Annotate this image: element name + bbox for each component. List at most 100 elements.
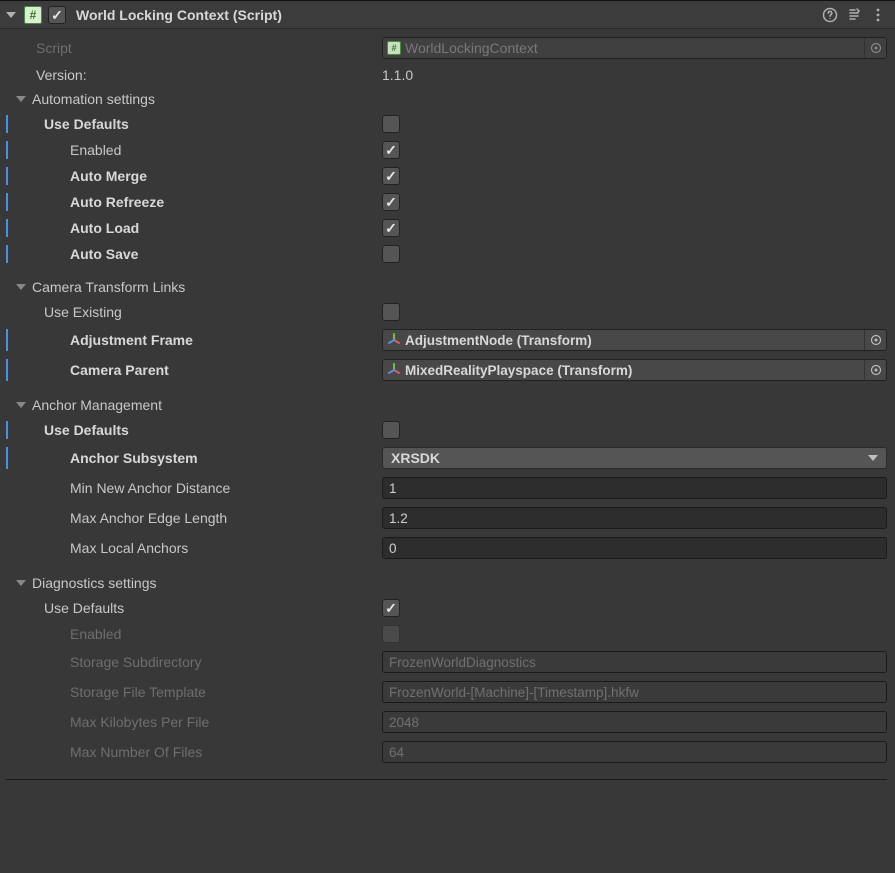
max-files-value: 64	[389, 745, 404, 760]
adjustment-frame-row: Adjustment Frame AdjustmentNode (Transfo…	[6, 325, 887, 355]
camera-parent-field[interactable]: MixedRealityPlayspace (Transform)	[382, 359, 887, 381]
camera-use-existing-label: Use Existing	[14, 304, 382, 320]
auto-merge-label: Auto Merge	[14, 168, 382, 184]
inspector-component: # World Locking Context (Script) Script …	[0, 0, 895, 790]
diag-use-defaults-checkbox[interactable]	[382, 599, 400, 617]
override-indicator	[6, 421, 8, 439]
automation-use-defaults-checkbox[interactable]	[382, 115, 400, 133]
camera-parent-value: MixedRealityPlayspace (Transform)	[405, 363, 632, 378]
max-files-field: 64	[382, 741, 887, 763]
storage-subdir-field: FrozenWorldDiagnostics	[382, 651, 887, 673]
min-anchor-dist-row: Min New Anchor Distance 1	[6, 473, 887, 503]
storage-subdir-value: FrozenWorldDiagnostics	[389, 655, 536, 670]
auto-merge-row: Auto Merge	[6, 163, 887, 189]
diag-use-defaults-label: Use Defaults	[14, 600, 382, 616]
component-enabled-checkbox[interactable]	[48, 6, 66, 24]
override-indicator	[6, 219, 8, 237]
camera-use-existing-row: Use Existing	[6, 299, 887, 325]
component-divider	[6, 779, 887, 780]
min-anchor-dist-field[interactable]: 1	[382, 477, 887, 499]
presets-icon[interactable]	[845, 6, 863, 24]
min-anchor-dist-value: 1	[389, 481, 397, 496]
diag-enabled-row: Enabled	[6, 621, 887, 647]
storage-file-label: Storage File Template	[14, 684, 382, 700]
auto-merge-checkbox[interactable]	[382, 167, 400, 185]
auto-load-label: Auto Load	[14, 220, 382, 236]
override-indicator	[6, 329, 8, 351]
automation-enabled-row: Enabled	[6, 137, 887, 163]
anchor-section-header[interactable]: Anchor Management	[6, 393, 887, 417]
transform-icon	[387, 363, 401, 377]
script-row: Script # WorldLockingContext	[6, 33, 887, 63]
storage-file-value: FrozenWorld-[Machine]-[Timestamp].hkfw	[389, 685, 639, 700]
adjustment-frame-field[interactable]: AdjustmentNode (Transform)	[382, 329, 887, 351]
max-edge-value: 1.2	[389, 511, 408, 526]
object-picker-button[interactable]	[864, 360, 886, 380]
diag-enabled-label: Enabled	[14, 626, 382, 642]
diag-enabled-checkbox	[382, 625, 400, 643]
anchor-title: Anchor Management	[32, 397, 162, 413]
version-value: 1.1.0	[382, 67, 887, 83]
storage-file-row: Storage File Template FrozenWorld-[Machi…	[6, 677, 887, 707]
chevron-down-icon	[16, 580, 26, 586]
csharp-script-icon: #	[24, 6, 42, 24]
camera-use-existing-checkbox[interactable]	[382, 303, 400, 321]
anchor-use-defaults-checkbox[interactable]	[382, 421, 400, 439]
anchor-use-defaults-row: Use Defaults	[6, 417, 887, 443]
object-picker-button[interactable]	[864, 330, 886, 350]
automation-title: Automation settings	[32, 91, 155, 107]
auto-load-row: Auto Load	[6, 215, 887, 241]
auto-save-label: Auto Save	[14, 246, 382, 262]
camera-parent-row: Camera Parent MixedRealityPlayspace (Tra…	[6, 355, 887, 385]
component-header[interactable]: # World Locking Context (Script)	[0, 1, 895, 29]
version-row: Version: 1.1.0	[6, 63, 887, 87]
max-local-value: 0	[389, 541, 397, 556]
anchor-subsystem-dropdown[interactable]: XRSDK	[382, 447, 887, 469]
storage-subdir-label: Storage Subdirectory	[14, 654, 382, 670]
anchor-subsystem-row: Anchor Subsystem XRSDK	[6, 443, 887, 473]
auto-load-checkbox[interactable]	[382, 219, 400, 237]
diag-title: Diagnostics settings	[32, 575, 157, 591]
auto-refreeze-checkbox[interactable]	[382, 193, 400, 211]
max-kb-value: 2048	[389, 715, 419, 730]
max-edge-field[interactable]: 1.2	[382, 507, 887, 529]
override-indicator	[6, 447, 8, 469]
override-indicator	[6, 115, 8, 133]
camera-title: Camera Transform Links	[32, 279, 185, 295]
camera-parent-label: Camera Parent	[14, 362, 382, 378]
adjustment-frame-value: AdjustmentNode (Transform)	[405, 333, 592, 348]
override-indicator	[6, 359, 8, 381]
override-indicator	[6, 193, 8, 211]
automation-section-header[interactable]: Automation settings	[6, 87, 887, 111]
version-label: Version:	[6, 67, 382, 83]
override-indicator	[6, 167, 8, 185]
diag-section-header[interactable]: Diagnostics settings	[6, 571, 887, 595]
max-local-row: Max Local Anchors 0	[6, 533, 887, 563]
auto-save-checkbox[interactable]	[382, 245, 400, 263]
max-local-field[interactable]: 0	[382, 537, 887, 559]
chevron-down-icon	[16, 96, 26, 102]
anchor-use-defaults-label: Use Defaults	[14, 422, 382, 438]
auto-save-row: Auto Save	[6, 241, 887, 267]
script-value: WorldLockingContext	[405, 40, 538, 56]
camera-section-header[interactable]: Camera Transform Links	[6, 275, 887, 299]
auto-refreeze-row: Auto Refreeze	[6, 189, 887, 215]
automation-enabled-label: Enabled	[14, 142, 382, 158]
chevron-down-icon	[16, 402, 26, 408]
min-anchor-dist-label: Min New Anchor Distance	[14, 480, 382, 496]
automation-enabled-checkbox[interactable]	[382, 141, 400, 159]
help-icon[interactable]	[821, 6, 839, 24]
foldout-caret-icon[interactable]	[6, 12, 16, 18]
automation-use-defaults-row: Use Defaults	[6, 111, 887, 137]
storage-file-field: FrozenWorld-[Machine]-[Timestamp].hkfw	[382, 681, 887, 703]
anchor-subsystem-value: XRSDK	[391, 450, 440, 466]
max-files-row: Max Number Of Files 64	[6, 737, 887, 767]
context-menu-icon[interactable]	[869, 6, 887, 24]
script-label: Script	[6, 40, 382, 56]
override-indicator	[6, 245, 8, 263]
csharp-mini-icon: #	[387, 41, 401, 55]
automation-use-defaults-label: Use Defaults	[14, 116, 382, 132]
max-kb-field: 2048	[382, 711, 887, 733]
max-edge-label: Max Anchor Edge Length	[14, 510, 382, 526]
component-body: Script # WorldLockingContext Version: 1.…	[0, 29, 895, 790]
